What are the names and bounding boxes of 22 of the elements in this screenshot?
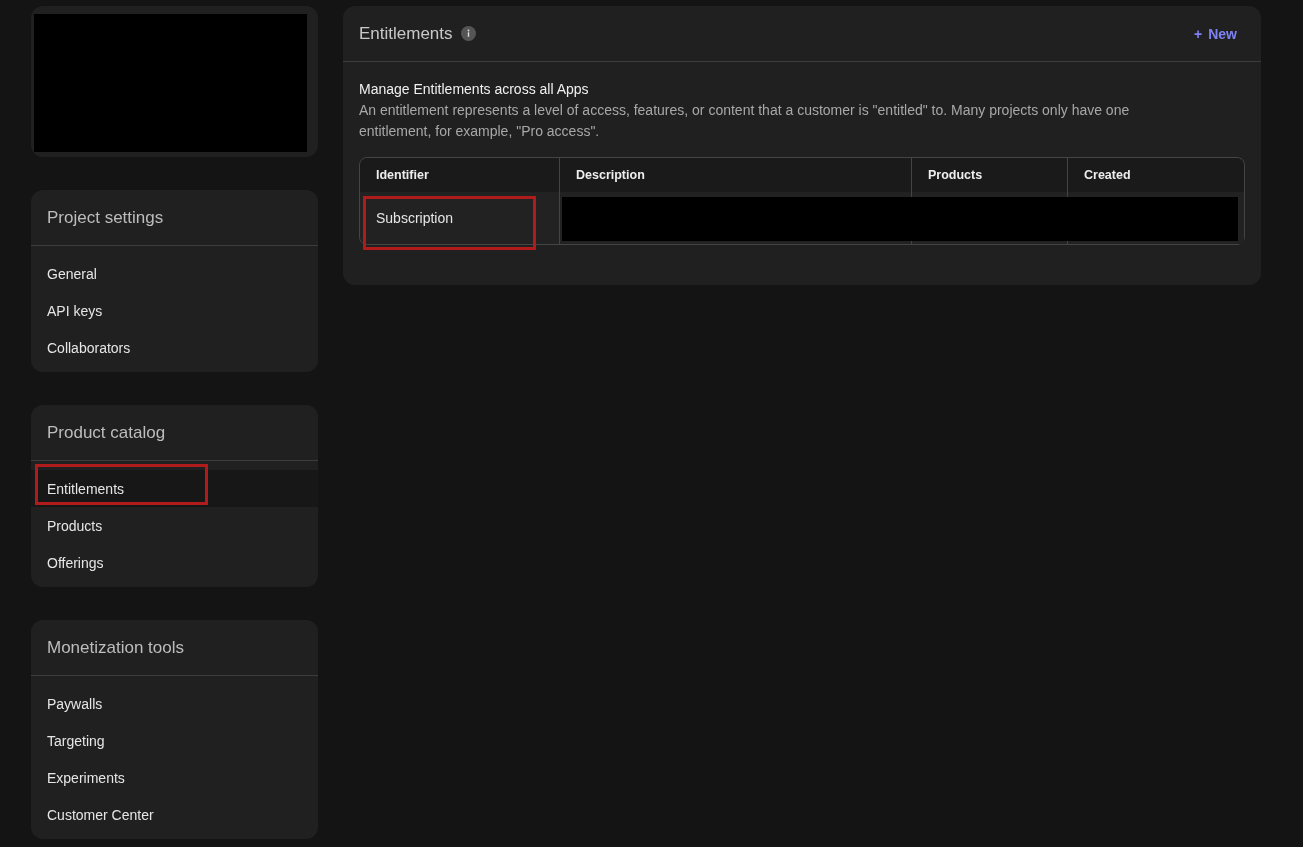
column-header: Products xyxy=(911,158,1067,192)
sidebar-item[interactable]: Offerings xyxy=(31,544,318,581)
column-header: Description xyxy=(559,158,911,192)
description-text: An entitlement represents a level of access, features, or content that a customer is "entitled" to. Many projects only have one entitlement, for example, "Pro access". xyxy=(359,101,1131,141)
new-button[interactable]: + New xyxy=(1186,21,1245,46)
section-title: Monetization tools xyxy=(47,637,185,658)
section-title: Product catalog xyxy=(47,422,166,443)
section-title: Project settings xyxy=(47,207,164,228)
sidebar-item[interactable]: Targeting xyxy=(31,722,318,759)
sidebar-item[interactable]: Collaborators xyxy=(31,329,318,366)
sidebar-item[interactable]: Experiments xyxy=(31,759,318,796)
sidebar-item[interactable]: Paywalls xyxy=(31,685,318,722)
column-header: Identifier xyxy=(360,158,559,192)
info-icon[interactable] xyxy=(460,26,476,41)
sidebar-item[interactable]: Entitlements xyxy=(31,470,318,507)
section-heading: Manage Entitlements across all Apps xyxy=(359,80,590,98)
sidebar-item[interactable]: Customer Center xyxy=(31,796,318,833)
sidebar-item[interactable]: API keys xyxy=(31,292,318,329)
sidebar-item[interactable]: Products xyxy=(31,507,318,544)
panel-title: Entitlements xyxy=(359,23,453,44)
column-header: Created xyxy=(1067,158,1244,192)
sidebar-item[interactable]: General xyxy=(31,255,318,292)
